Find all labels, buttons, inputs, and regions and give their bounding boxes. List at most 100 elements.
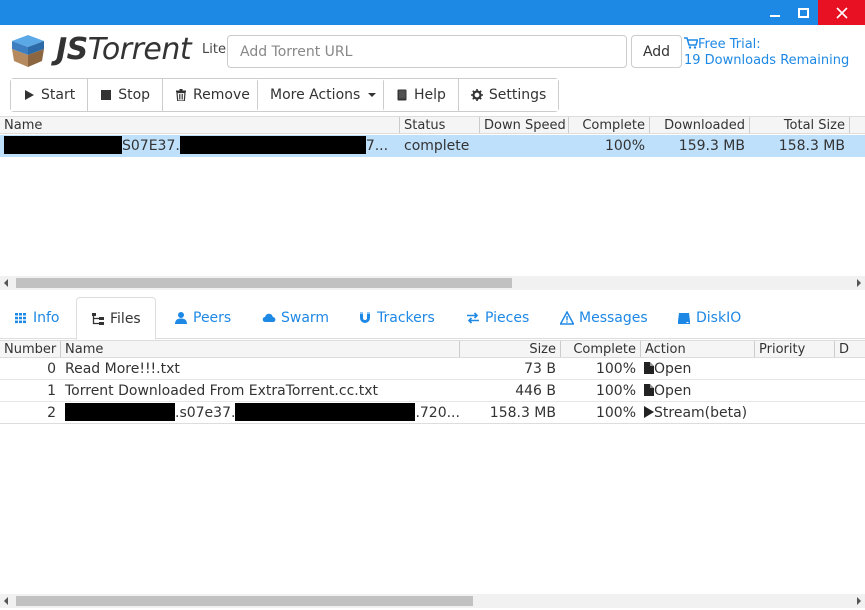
file-row[interactable]: 0 Read More!!!.txt 73 B 100% Open — [0, 358, 865, 380]
help-settings-group: Help Settings — [383, 78, 560, 112]
tab-trackers[interactable]: Trackers — [344, 297, 449, 339]
start-button[interactable]: Start — [11, 79, 89, 111]
col-downloaded[interactable]: Downloaded — [650, 117, 750, 133]
col-priority[interactable]: Priority — [755, 341, 835, 357]
exchange-icon — [467, 312, 479, 324]
trial-line-2: 19 Downloads Remaining — [684, 53, 850, 68]
file-name: Torrent Downloaded From ExtraTorrent.cc.… — [65, 383, 378, 399]
tab-peers[interactable]: Peers — [160, 297, 245, 339]
book-icon — [397, 89, 407, 101]
scroll-left-icon[interactable] — [4, 279, 8, 287]
col-file-complete[interactable]: Complete — [561, 341, 641, 357]
col-down-speed[interactable]: Down Speed — [480, 117, 569, 133]
torrent-actions-group: Start Stop Remove — [10, 78, 263, 112]
col-complete[interactable]: Complete — [569, 117, 650, 133]
torrent-table-scrollbar[interactable] — [0, 276, 865, 290]
more-actions-dropdown[interactable]: More Actions — [258, 79, 389, 111]
col-action[interactable]: Action — [641, 341, 755, 357]
file-icon — [644, 384, 654, 396]
title-bar — [0, 0, 865, 25]
tab-pieces-label: Pieces — [485, 310, 530, 326]
hard-drive-icon — [678, 313, 690, 324]
file-size: 446 B — [515, 383, 556, 399]
minimize-button[interactable] — [760, 0, 790, 25]
col-number[interactable]: Number — [0, 341, 61, 357]
more-actions-group: More Actions — [257, 78, 390, 112]
tab-messages[interactable]: Messages — [546, 297, 662, 339]
col-d[interactable]: D — [835, 341, 865, 357]
torrent-url-input[interactable] — [227, 35, 627, 68]
start-label: Start — [41, 87, 76, 103]
torrent-downloaded: 159.3 MB — [678, 138, 745, 154]
help-label: Help — [414, 87, 446, 103]
file-size: 73 B — [524, 361, 556, 377]
maximize-button[interactable] — [788, 0, 818, 25]
file-icon — [644, 362, 654, 374]
grid-icon — [15, 313, 26, 324]
file-row[interactable]: 2 .s07e37. .720... 158.3 MB 100% Stream(b… — [0, 402, 865, 424]
scrollbar-thumb[interactable] — [16, 278, 512, 288]
file-size: 158.3 MB — [489, 405, 556, 421]
file-complete: 100% — [595, 405, 636, 421]
scrollbar-thumb[interactable] — [16, 596, 473, 606]
redacted-text — [4, 136, 122, 154]
col-file-name[interactable]: Name — [61, 341, 460, 357]
scroll-left-icon[interactable] — [4, 597, 8, 605]
file-name: .s07e37. .720... — [61, 402, 460, 423]
free-trial-link[interactable]: Free Trial: 19 Downloads Remaining — [684, 37, 849, 69]
settings-button[interactable]: Settings — [458, 79, 559, 111]
remove-button[interactable]: Remove — [163, 79, 262, 111]
tab-files[interactable]: Files — [76, 297, 156, 340]
redacted-text — [235, 403, 416, 421]
tab-peers-label: Peers — [193, 310, 232, 326]
detail-tabs: Info Files Peers Swarm Trackers Pieces M… — [0, 297, 865, 340]
tab-pieces[interactable]: Pieces — [452, 297, 543, 339]
warning-icon — [560, 311, 574, 325]
settings-label: Settings — [488, 87, 547, 103]
file-number: 1 — [47, 383, 56, 399]
col-size[interactable]: Size — [460, 341, 561, 357]
magnet-icon — [360, 312, 370, 323]
play-icon — [644, 406, 654, 418]
tab-info[interactable]: Info — [0, 297, 74, 339]
tab-info-label: Info — [33, 310, 60, 326]
user-icon — [175, 312, 187, 324]
file-number: 0 — [47, 361, 56, 377]
stop-button[interactable]: Stop — [88, 79, 164, 111]
torrent-complete: 100% — [604, 138, 645, 154]
file-complete: 100% — [595, 361, 636, 377]
close-button[interactable] — [818, 0, 865, 25]
stop-label: Stop — [118, 87, 151, 103]
files-table-header: Number Name Size Complete Action Priorit… — [0, 340, 865, 358]
scroll-right-icon[interactable] — [857, 597, 861, 605]
more-actions-label: More Actions — [270, 87, 361, 103]
help-button[interactable]: Help — [384, 79, 459, 111]
col-name[interactable]: Name — [0, 117, 400, 133]
files-table-scrollbar[interactable] — [0, 594, 865, 608]
trash-icon — [176, 89, 187, 101]
edition-label: Lite — [202, 42, 226, 57]
tab-messages-label: Messages — [579, 310, 648, 326]
play-icon — [25, 90, 34, 100]
scroll-right-icon[interactable] — [857, 279, 861, 287]
file-stream-action[interactable]: Stream(beta) — [641, 402, 755, 423]
col-status[interactable]: Status — [400, 117, 480, 133]
file-open-action[interactable]: Open — [641, 380, 755, 401]
tab-swarm[interactable]: Swarm — [248, 297, 343, 339]
tab-diskio[interactable]: DiskIO — [663, 297, 755, 339]
caret-down-icon — [368, 93, 377, 97]
torrent-down-speed — [480, 135, 569, 157]
torrent-status: complete — [404, 138, 470, 154]
file-tree-icon — [92, 312, 104, 325]
file-row[interactable]: 1 Torrent Downloaded From ExtraTorrent.c… — [0, 380, 865, 402]
add-button[interactable]: Add — [631, 35, 682, 68]
file-open-action[interactable]: Open — [641, 358, 755, 379]
torrent-table-header: Name Status Down Speed Complete Download… — [0, 116, 865, 134]
redacted-text — [179, 136, 366, 154]
file-number: 2 — [47, 405, 56, 421]
redacted-text — [65, 403, 175, 421]
stop-icon — [101, 90, 112, 100]
torrent-row[interactable]: S07E37. 7... complete 100% 159.3 MB 158.3… — [0, 135, 865, 157]
col-total-size[interactable]: Total Size — [750, 117, 850, 133]
jstorrent-logo-icon — [12, 35, 44, 67]
